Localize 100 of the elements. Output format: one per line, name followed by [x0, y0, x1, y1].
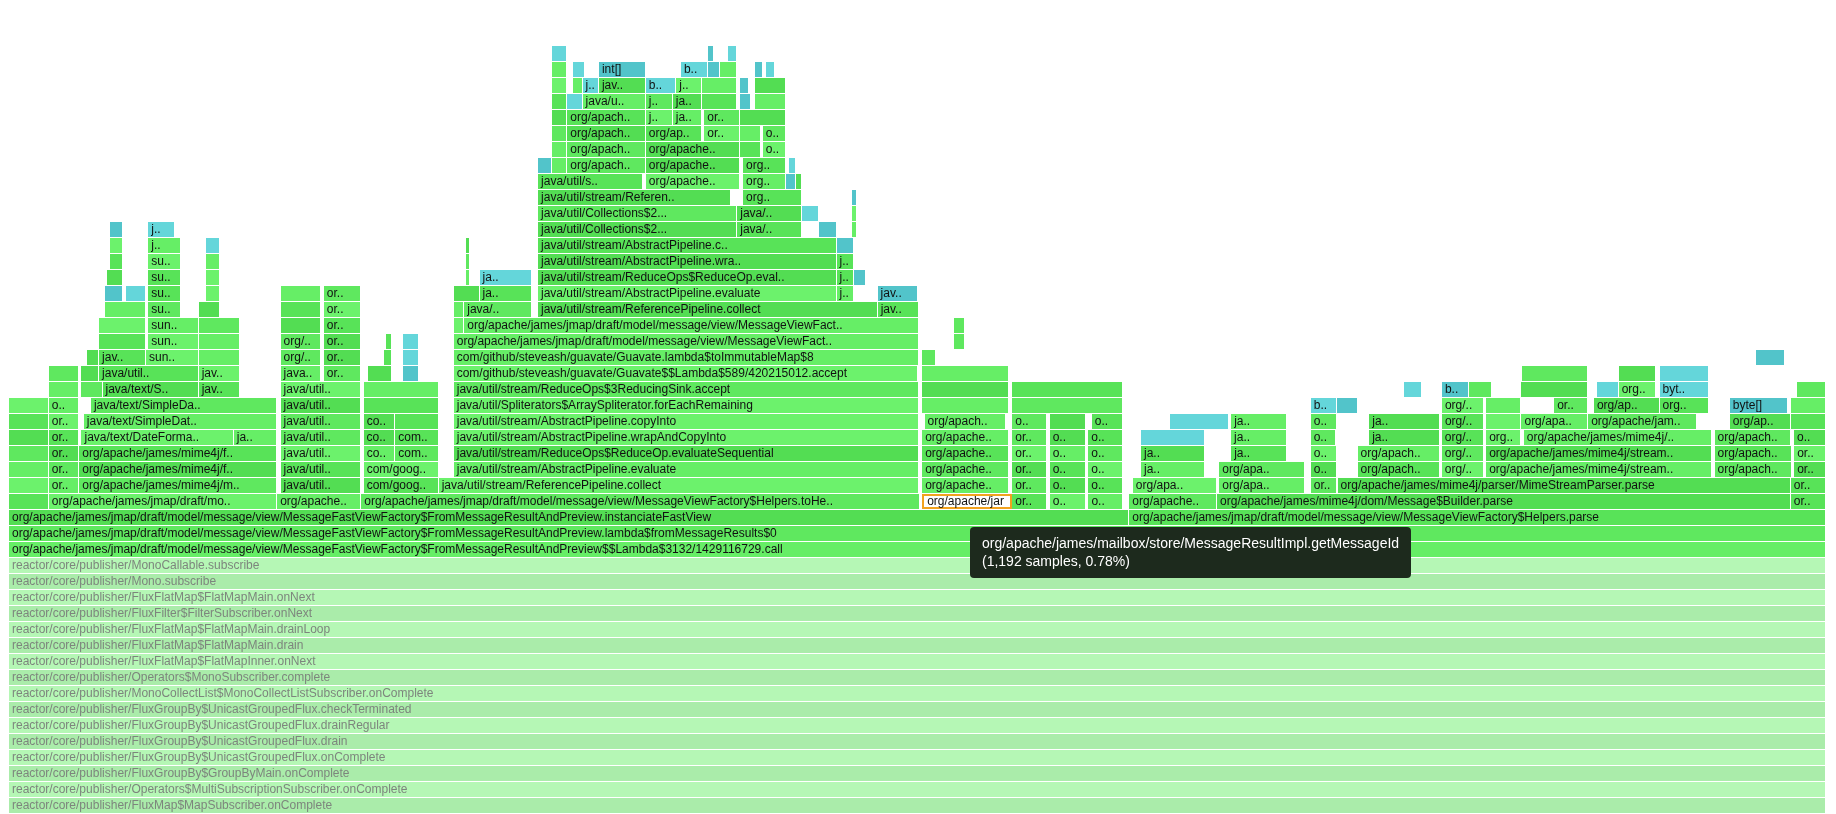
- stack-frame[interactable]: org/apache..: [645, 158, 740, 173]
- stack-frame[interactable]: [701, 78, 738, 93]
- stack-frame[interactable]: java/util/stream/ReduceOps$ReduceOp.eval..: [538, 270, 837, 285]
- stack-frame[interactable]: org/apache/james/jmap/draft/model/message/view/MessageFastViewFactory$FromMessageResultAndPreview.instanciateFastView: [9, 510, 1130, 525]
- stack-frame[interactable]: java/text/SimpleDa..: [90, 398, 278, 413]
- stack-frame[interactable]: o..: [1088, 462, 1124, 477]
- stack-frame[interactable]: su..: [148, 254, 182, 269]
- stack-frame[interactable]: [739, 78, 749, 93]
- stack-frame[interactable]: org/..: [1441, 430, 1484, 445]
- stack-frame[interactable]: java/util/stream/AbstractPipeline.wrapAndCopyInto: [453, 430, 919, 445]
- stack-frame[interactable]: [1012, 398, 1124, 413]
- stack-frame[interactable]: org/ap..: [1593, 398, 1660, 413]
- stack-frame[interactable]: java/util..: [99, 366, 199, 381]
- stack-frame[interactable]: [1796, 382, 1826, 397]
- stack-frame[interactable]: [727, 46, 738, 61]
- stack-frame[interactable]: java/util/Collections$2...: [538, 222, 738, 237]
- stack-frame[interactable]: org/apache/james/mime4j/..: [1523, 430, 1713, 445]
- stack-frame[interactable]: org/apache..: [277, 494, 362, 509]
- stack-frame[interactable]: [922, 382, 1009, 397]
- stack-frame[interactable]: o..: [1794, 430, 1826, 445]
- stack-frame[interactable]: java/util/stream/ReduceOps$3ReducingSink.accept: [453, 382, 919, 397]
- stack-frame[interactable]: or..: [323, 318, 362, 333]
- stack-frame[interactable]: java/text/DateForma..: [81, 430, 234, 445]
- stack-frame[interactable]: java/util/stream/ReduceOps$ReduceOp.evaluateSequential: [453, 446, 919, 461]
- stack-frame[interactable]: org/apache/james/mime4j/dom/Message$Builder.parse: [1217, 494, 1791, 509]
- stack-frame[interactable]: or..: [323, 350, 362, 365]
- stack-frame[interactable]: org/apach..: [1714, 430, 1791, 445]
- stack-frame[interactable]: org/apache/james/jmap/draft/model/message/view/MessageViewFact..: [453, 334, 919, 349]
- stack-frame[interactable]: org/apach..: [567, 126, 646, 141]
- stack-frame[interactable]: java/util..: [280, 430, 362, 445]
- stack-frame[interactable]: [552, 126, 568, 141]
- stack-frame[interactable]: [922, 366, 1009, 381]
- stack-frame[interactable]: [465, 270, 471, 285]
- stack-frame[interactable]: o..: [1012, 414, 1048, 429]
- stack-frame[interactable]: [552, 142, 568, 157]
- stack-frame[interactable]: or..: [48, 478, 80, 493]
- stack-frame[interactable]: [385, 334, 392, 349]
- stack-frame[interactable]: o..: [1310, 430, 1337, 445]
- stack-frame[interactable]: org/apache/jam..: [1588, 414, 1697, 429]
- stack-frame[interactable]: java/u..: [582, 94, 646, 109]
- stack-frame[interactable]: [1659, 366, 1709, 381]
- stack-frame[interactable]: [851, 206, 857, 221]
- stack-frame[interactable]: java/text/S..: [102, 382, 199, 397]
- stack-frame[interactable]: [1468, 382, 1493, 397]
- stack-frame[interactable]: ja..: [1231, 446, 1288, 461]
- stack-frame[interactable]: [9, 414, 49, 429]
- stack-frame[interactable]: o..: [762, 142, 787, 157]
- stack-frame[interactable]: ja..: [1231, 414, 1288, 429]
- stack-frame[interactable]: or..: [1012, 430, 1048, 445]
- stack-frame[interactable]: or..: [323, 286, 362, 301]
- stack-frame[interactable]: [786, 174, 796, 189]
- stack-frame[interactable]: ja..: [1141, 446, 1206, 461]
- stack-frame[interactable]: [552, 110, 568, 125]
- stack-frame[interactable]: or..: [48, 446, 80, 461]
- stack-frame[interactable]: org..: [1659, 398, 1709, 413]
- stack-frame[interactable]: [1049, 414, 1086, 429]
- stack-frame[interactable]: org/apach..: [1357, 462, 1440, 477]
- stack-frame[interactable]: java/..: [737, 222, 802, 237]
- stack-frame[interactable]: [552, 78, 568, 93]
- stack-frame[interactable]: [205, 254, 220, 269]
- stack-frame[interactable]: [1521, 366, 1589, 381]
- stack-frame[interactable]: [280, 302, 322, 317]
- stack-frame[interactable]: [198, 318, 240, 333]
- stack-frame[interactable]: [465, 254, 471, 269]
- stack-frame[interactable]: [465, 238, 471, 253]
- stack-frame[interactable]: [104, 302, 146, 317]
- stack-frame[interactable]: o..: [1049, 430, 1086, 445]
- stack-frame[interactable]: java/util..: [280, 478, 362, 493]
- stack-frame[interactable]: [538, 158, 553, 173]
- stack-frame[interactable]: ja..: [1369, 430, 1440, 445]
- stack-frame[interactable]: java/util/stream/AbstractPipeline.wra..: [538, 254, 837, 269]
- stack-frame[interactable]: org/apach..: [567, 158, 646, 173]
- stack-frame[interactable]: [953, 334, 966, 349]
- stack-frame[interactable]: org..: [743, 158, 787, 173]
- stack-frame[interactable]: org/apache..: [922, 462, 1009, 477]
- stack-frame[interactable]: [573, 62, 585, 77]
- stack-frame[interactable]: java/util/stream/AbstractPipeline.evaluate: [453, 462, 919, 477]
- stack-frame[interactable]: jav..: [877, 286, 919, 301]
- stack-frame[interactable]: ja..: [1141, 462, 1206, 477]
- stack-frame[interactable]: java/..: [464, 302, 533, 317]
- stack-frame[interactable]: [1404, 382, 1422, 397]
- stack-frame[interactable]: [205, 286, 220, 301]
- stack-frame[interactable]: org/apache/james/mime4j/parser/MimeStreamParser.parse: [1337, 478, 1791, 493]
- stack-frame[interactable]: [280, 286, 322, 301]
- stack-frame[interactable]: org/apache/james/jmap/draft/model/message/view/MessageViewFactory$Helpers.parse: [1129, 510, 1826, 525]
- stack-frame[interactable]: or..: [1794, 462, 1826, 477]
- stack-frame[interactable]: java/util/stream/AbstractPipeline.c..: [538, 238, 837, 253]
- stack-frame[interactable]: org/apa..: [1219, 478, 1305, 493]
- stack-frame[interactable]: org/apache/james/mime4j/f..: [79, 446, 278, 461]
- stack-frame[interactable]: [788, 158, 796, 173]
- stack-frame[interactable]: java/util/stream/Referen..: [538, 190, 732, 205]
- stack-frame[interactable]: or..: [704, 110, 740, 125]
- stack-frame[interactable]: jav..: [877, 302, 919, 317]
- stack-frame[interactable]: java/text/SimpleDat..: [83, 414, 278, 429]
- stack-frame[interactable]: [567, 94, 583, 109]
- stack-frame[interactable]: org/apache/james/jmap/draft/model/message/view/MessageViewFact..: [464, 318, 919, 333]
- stack-frame[interactable]: [205, 238, 220, 253]
- stack-frame[interactable]: o..: [1049, 462, 1086, 477]
- stack-frame[interactable]: [922, 350, 937, 365]
- stack-frame[interactable]: [1618, 366, 1657, 381]
